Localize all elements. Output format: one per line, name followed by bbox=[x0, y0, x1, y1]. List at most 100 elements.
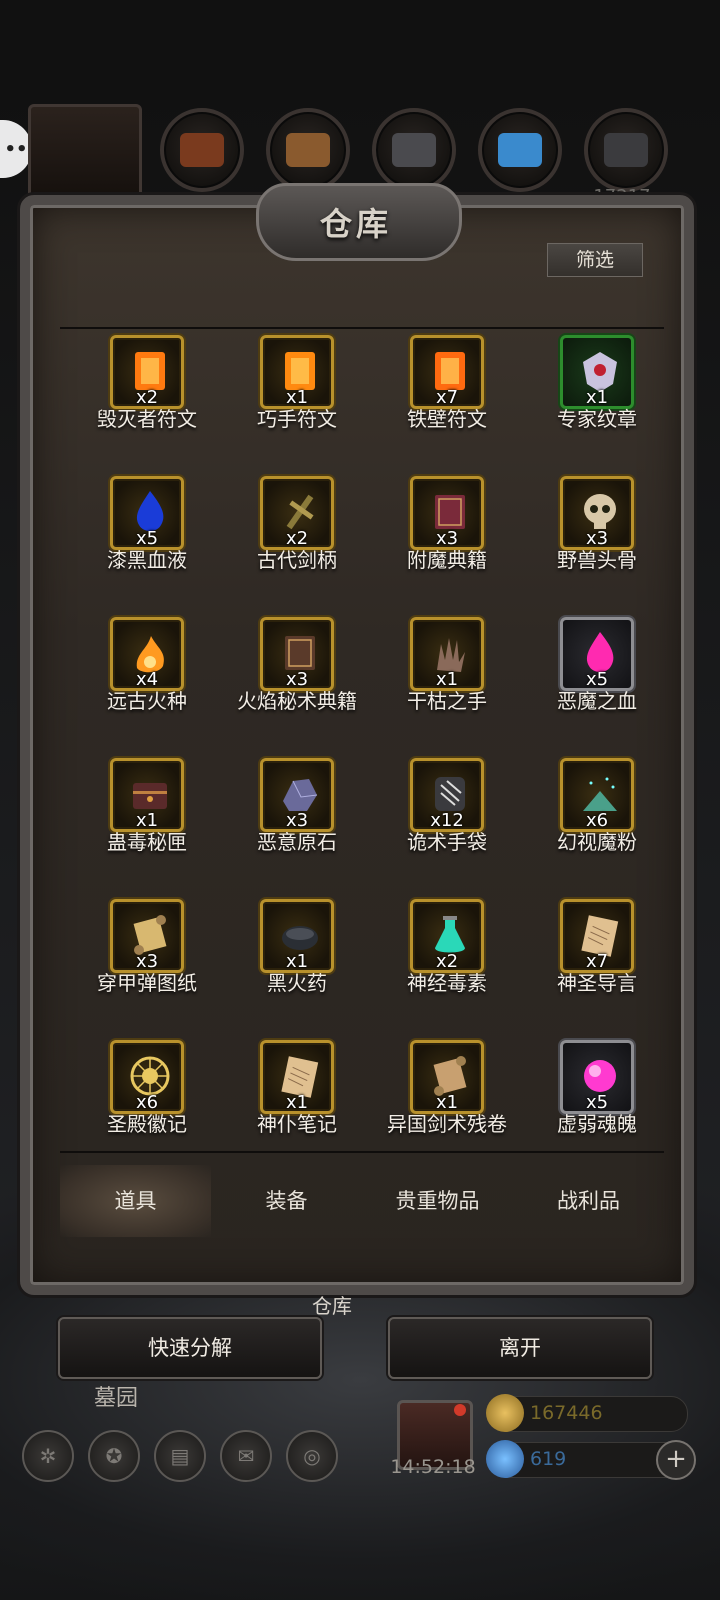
inventory-item[interactable]: x3 恶意原石 bbox=[222, 758, 372, 888]
item-name: 恶意原石 bbox=[257, 830, 337, 854]
tab-equipment[interactable]: 装备 bbox=[211, 1165, 362, 1237]
item-slot[interactable]: x5 bbox=[560, 617, 634, 691]
item-name: 穿甲弹图纸 bbox=[97, 971, 197, 995]
social-icon[interactable]: ◎ bbox=[286, 1430, 338, 1482]
item-slot[interactable]: x2 bbox=[110, 335, 184, 409]
crystal-icon bbox=[498, 133, 542, 167]
item-name: 神仆笔记 bbox=[257, 1112, 337, 1136]
item-slot[interactable]: x12 bbox=[410, 758, 484, 832]
item-slot[interactable]: x1 bbox=[410, 617, 484, 691]
item-name: 虚弱魂魄 bbox=[557, 1112, 637, 1136]
divider bbox=[60, 327, 664, 329]
guild-icon[interactable]: ▤ bbox=[154, 1430, 206, 1482]
inventory-item[interactable]: x1 干枯之手 bbox=[372, 617, 522, 747]
item-name: 神经毒素 bbox=[407, 971, 487, 995]
leave-button[interactable]: 离开 bbox=[388, 1317, 652, 1379]
item-slot[interactable]: x1 bbox=[560, 335, 634, 409]
item-slot[interactable]: x5 bbox=[110, 476, 184, 550]
settings-icon[interactable]: ✲ bbox=[22, 1430, 74, 1482]
divider bbox=[60, 1151, 664, 1153]
inventory-item[interactable]: x7 铁壁符文 bbox=[372, 335, 522, 465]
add-gems-button[interactable]: + bbox=[656, 1440, 696, 1480]
category-tabs: 道具 装备 贵重物品 战利品 bbox=[60, 1165, 664, 1237]
item-slot[interactable]: x2 bbox=[410, 899, 484, 973]
tab-valuables[interactable]: 贵重物品 bbox=[362, 1165, 513, 1237]
inventory-item[interactable]: x3 附魔典籍 bbox=[372, 476, 522, 606]
scene-label-warehouse: 仓库 bbox=[312, 1294, 352, 1318]
item-slot[interactable]: x3 bbox=[260, 758, 334, 832]
inventory-item[interactable]: x1 黑火药 bbox=[222, 899, 372, 1029]
inventory-item[interactable]: x3 穿甲弹图纸 bbox=[72, 899, 222, 1029]
inventory-item[interactable]: x5 恶魔之血 bbox=[522, 617, 672, 747]
inventory-item[interactable]: x2 古代剑柄 bbox=[222, 476, 372, 606]
resource-slot-iron[interactable] bbox=[372, 108, 456, 192]
gold-amount: 167446 bbox=[530, 1402, 603, 1424]
item-name: 蛊毒秘匣 bbox=[107, 830, 187, 854]
scene-label-graveyard: 墓园 bbox=[94, 1386, 139, 1411]
tab-items[interactable]: 道具 bbox=[60, 1165, 211, 1237]
item-name: 神圣导言 bbox=[557, 971, 637, 995]
item-slot[interactable]: x1 bbox=[410, 1040, 484, 1114]
item-name: 恶魔之血 bbox=[557, 689, 637, 713]
tab-loot[interactable]: 战利品 bbox=[513, 1165, 664, 1237]
item-name: 漆黑血液 bbox=[107, 548, 187, 572]
item-slot[interactable]: x7 bbox=[560, 899, 634, 973]
stone-icon bbox=[604, 133, 648, 167]
inventory-item[interactable]: x2 神经毒素 bbox=[372, 899, 522, 1029]
hero-portrait[interactable] bbox=[28, 104, 142, 206]
item-name: 黑火药 bbox=[267, 971, 327, 995]
item-name: 远古火种 bbox=[107, 689, 187, 713]
achievement-icon[interactable]: ✪ bbox=[88, 1430, 140, 1482]
resource-slot-leather[interactable] bbox=[160, 108, 244, 192]
item-name: 巧手符文 bbox=[257, 407, 337, 431]
item-name: 专家纹章 bbox=[557, 407, 637, 431]
panel-title: 仓库 bbox=[319, 205, 392, 243]
item-slot[interactable]: x7 bbox=[410, 335, 484, 409]
inventory-item[interactable]: x1 巧手符文 bbox=[222, 335, 372, 465]
filter-button[interactable]: 筛选 bbox=[547, 243, 643, 277]
mail-icon[interactable]: ✉ bbox=[220, 1430, 272, 1482]
item-slot[interactable]: x1 bbox=[110, 758, 184, 832]
inventory-item[interactable]: x6 幻视魔粉 bbox=[522, 758, 672, 888]
item-slot[interactable]: x3 bbox=[110, 899, 184, 973]
item-slot[interactable]: x4 bbox=[110, 617, 184, 691]
inventory-item[interactable]: x3 火焰秘术典籍 bbox=[222, 617, 372, 747]
item-name: 附魔典籍 bbox=[407, 548, 487, 572]
warehouse-panel: 仓库 筛选 x2 毁灭者符文 x1 巧手符文 x7 铁壁符文 x1 专家纹章 x5 漆黑血液 x2 古… bbox=[20, 183, 694, 1295]
item-slot[interactable]: x1 bbox=[260, 899, 334, 973]
resource-slot-stone[interactable] bbox=[584, 108, 668, 192]
resource-slot-wood[interactable] bbox=[266, 108, 350, 192]
item-slot[interactable]: x1 bbox=[260, 335, 334, 409]
gift-timer: 14:52:18 bbox=[390, 1456, 476, 1478]
quick-decompose-button[interactable]: 快速分解 bbox=[58, 1317, 322, 1379]
item-name: 幻视魔粉 bbox=[557, 830, 637, 854]
item-name: 异国剑术残卷 bbox=[387, 1112, 507, 1136]
item-slot[interactable]: x6 bbox=[110, 1040, 184, 1114]
wood-icon bbox=[286, 133, 330, 167]
notification-dot bbox=[454, 1404, 466, 1416]
inventory-item[interactable]: x1 蛊毒秘匣 bbox=[72, 758, 222, 888]
gold-coin-icon bbox=[486, 1394, 524, 1432]
inventory-item[interactable]: x1 专家纹章 bbox=[522, 335, 672, 465]
item-slot[interactable]: x1 bbox=[260, 1040, 334, 1114]
item-name: 火焰秘术典籍 bbox=[237, 689, 357, 713]
item-slot[interactable]: x3 bbox=[260, 617, 334, 691]
item-slot[interactable]: x5 bbox=[560, 1040, 634, 1114]
inventory-item[interactable]: x5 漆黑血液 bbox=[72, 476, 222, 606]
item-name: 古代剑柄 bbox=[257, 548, 337, 572]
gem-icon bbox=[486, 1440, 524, 1478]
item-slot[interactable]: x6 bbox=[560, 758, 634, 832]
inventory-item[interactable]: x3 野兽头骨 bbox=[522, 476, 672, 606]
gem-amount: 619 bbox=[530, 1448, 567, 1470]
iron-icon bbox=[392, 133, 436, 167]
resource-slot-crystal[interactable] bbox=[478, 108, 562, 192]
item-slot[interactable]: x3 bbox=[410, 476, 484, 550]
chat-icon: •• bbox=[4, 138, 28, 160]
item-slot[interactable]: x3 bbox=[560, 476, 634, 550]
inventory-item[interactable]: x7 神圣导言 bbox=[522, 899, 672, 1029]
item-slot[interactable]: x2 bbox=[260, 476, 334, 550]
inventory-item[interactable]: x4 远古火种 bbox=[72, 617, 222, 747]
item-name: 铁壁符文 bbox=[407, 407, 487, 431]
inventory-item[interactable]: x2 毁灭者符文 bbox=[72, 335, 222, 465]
inventory-item[interactable]: x12 诡术手袋 bbox=[372, 758, 522, 888]
